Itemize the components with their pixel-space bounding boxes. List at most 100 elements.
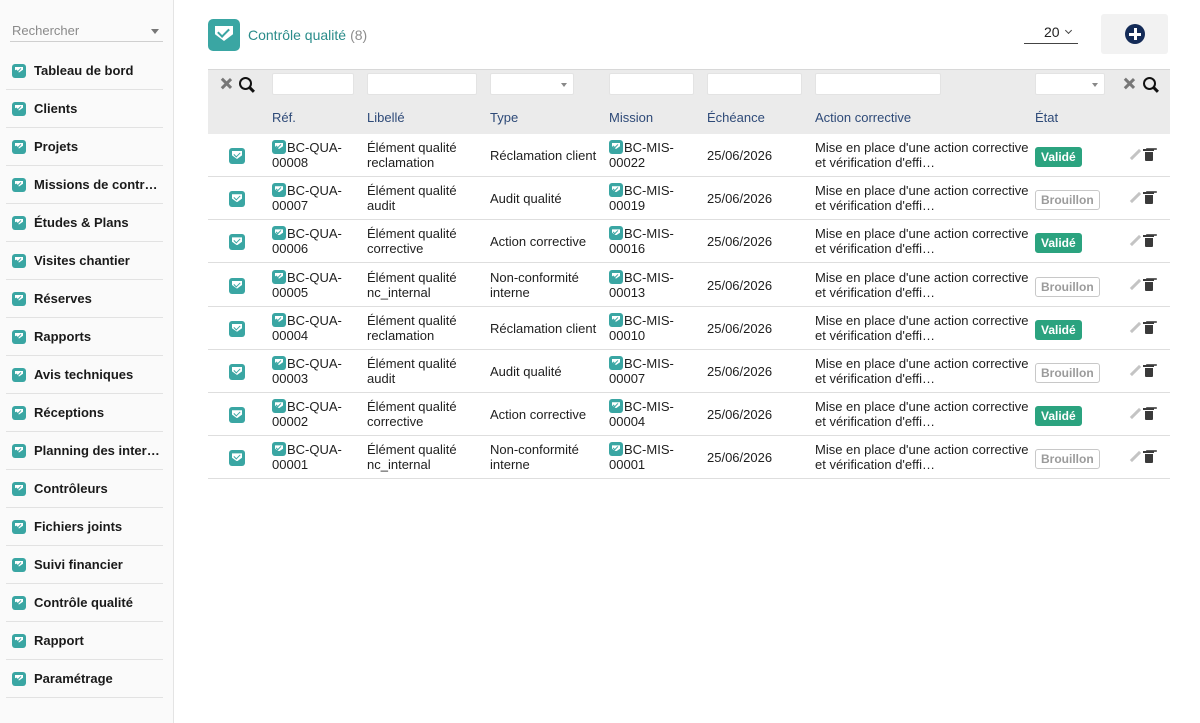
search-icon[interactable] [239, 77, 255, 93]
sidebar-item[interactable]: Contrôle qualité [6, 584, 163, 622]
mission-line2: 00001 [609, 457, 646, 473]
add-button[interactable] [1101, 14, 1168, 54]
trash-icon[interactable] [1143, 148, 1154, 161]
sidebar-item-label: Visites chantier [34, 253, 130, 268]
page-size-select[interactable]: 20 [1024, 24, 1078, 44]
sidebar-item[interactable]: Rapport [6, 622, 163, 660]
mission-link[interactable]: BC-MIS- 00013 [609, 269, 674, 300]
quality-shield-icon [609, 356, 623, 370]
sidebar-item[interactable]: Clients [6, 90, 163, 128]
sidebar-item[interactable]: Suivi financier [6, 546, 163, 584]
filter-state-select[interactable] [1035, 73, 1105, 95]
trash-icon[interactable] [1143, 407, 1154, 421]
mission-line2: 00004 [609, 414, 646, 430]
filter-type-select[interactable] [490, 73, 574, 95]
label-line1: Élément qualité [367, 356, 457, 371]
filter-label-input[interactable] [367, 73, 477, 95]
sidebar-item[interactable]: Contrôleurs [6, 470, 163, 508]
sidebar-item[interactable]: Avis techniques [6, 356, 163, 394]
filter-mission-input[interactable] [609, 73, 694, 95]
sidebar-item[interactable]: Paramétrage [6, 660, 163, 698]
type-line2: interne [490, 284, 530, 300]
mission-link[interactable]: BC-MIS- 00007 [609, 356, 674, 386]
type-text: Réclamation client [490, 320, 597, 336]
mission-link[interactable]: BC-MIS- 00019 [609, 183, 674, 213]
page-title: Contrôle qualité (8) [248, 27, 367, 43]
row-open-icon[interactable] [229, 191, 245, 208]
ref-link[interactable]: BC-QUA- 00001 [272, 442, 342, 472]
mission-link[interactable]: BC-MIS- 00022 [609, 140, 674, 170]
sidebar-item-label: Réserves [34, 291, 92, 306]
sidebar-item[interactable]: Missions de contrôle [6, 166, 163, 204]
pencil-icon[interactable] [1129, 322, 1141, 334]
label-cell: Élément qualité audit [367, 183, 457, 213]
row-open-icon[interactable] [229, 364, 245, 380]
sidebar-item-label: Avis techniques [34, 367, 134, 382]
trash-icon[interactable] [1143, 234, 1154, 248]
column-header-type[interactable]: Type [490, 110, 518, 125]
sidebar: Rechercher Tableau de bord Clients Projets… [0, 0, 174, 723]
column-header-label[interactable]: Libellé [367, 110, 405, 125]
column-header-due[interactable]: Échéance [707, 110, 765, 125]
mission-line1: BC-MIS- [624, 399, 674, 415]
search-icon[interactable] [1143, 77, 1159, 93]
sidebar-item[interactable]: Tableau de bord [6, 52, 163, 90]
mission-link[interactable]: BC-MIS- 00010 [609, 312, 674, 343]
pencil-icon[interactable] [1129, 192, 1141, 204]
sidebar-item[interactable]: Études & Plans [6, 204, 163, 242]
ref-link[interactable]: BC-QUA- 00003 [272, 356, 342, 386]
row-open-icon[interactable] [229, 450, 245, 467]
row-open-icon[interactable] [229, 407, 245, 424]
quality-shield-icon [272, 356, 286, 370]
ref-link[interactable]: BC-QUA- 00007 [272, 183, 342, 213]
column-header-action[interactable]: Action corrective [815, 110, 911, 125]
filter-due-input[interactable] [707, 73, 802, 95]
pencil-icon[interactable] [1129, 408, 1141, 420]
mission-link[interactable]: BC-MIS- 00016 [609, 226, 674, 256]
row-open-icon[interactable] [229, 320, 245, 337]
trash-icon[interactable] [1143, 278, 1154, 291]
trash-icon[interactable] [1143, 450, 1154, 464]
ref-link[interactable]: BC-QUA- 00008 [272, 140, 342, 170]
pencil-icon[interactable] [1129, 365, 1141, 377]
pencil-icon[interactable] [1129, 279, 1141, 291]
pencil-icon[interactable] [1129, 149, 1141, 161]
column-header-ref[interactable]: Réf. [272, 110, 296, 125]
trash-icon[interactable] [1143, 321, 1154, 334]
clear-filters-icon[interactable] [220, 78, 231, 89]
mission-line1: BC-MIS- [624, 183, 674, 199]
ref-link[interactable]: BC-QUA- 00006 [272, 226, 342, 256]
row-open-icon[interactable] [229, 277, 245, 294]
sidebar-item[interactable]: Rapports [6, 318, 163, 356]
column-header-state[interactable]: État [1035, 110, 1058, 125]
filter-ref-input[interactable] [272, 73, 354, 95]
row-open-icon[interactable] [229, 234, 245, 251]
sidebar-item[interactable]: Visites chantier [6, 242, 163, 280]
row-open-icon[interactable] [229, 148, 245, 164]
mission-line1: BC-MIS- [624, 269, 674, 285]
table-row: BC-QUA- 00007 Élément qualité audit Audit qu… [208, 177, 1170, 221]
sidebar-item[interactable]: Projets [6, 128, 163, 166]
mission-link[interactable]: BC-MIS- 00001 [609, 442, 674, 472]
filter-action-input[interactable] [815, 73, 941, 95]
pencil-icon[interactable] [1129, 235, 1141, 247]
sidebar-search-select[interactable]: Rechercher [10, 20, 163, 42]
trash-icon[interactable] [1143, 191, 1154, 205]
ref-link[interactable]: BC-QUA- 00005 [272, 269, 342, 300]
ref-link[interactable]: BC-QUA- 00002 [272, 399, 342, 429]
trash-icon[interactable] [1143, 364, 1154, 377]
clear-filters-icon[interactable] [1123, 78, 1134, 89]
sidebar-item-label: Contrôle qualité [34, 595, 133, 610]
sidebar-item[interactable]: Réserves [6, 280, 163, 318]
ref-line2: 00003 [272, 371, 309, 386]
column-header-mission[interactable]: Mission [609, 110, 653, 125]
sidebar-item[interactable]: Planning des interventions [6, 432, 163, 470]
quality-shield-icon [12, 519, 26, 534]
sidebar-item[interactable]: Fichiers joints [6, 508, 163, 546]
action-line2: et vérification d'effi… [815, 414, 936, 430]
mission-link[interactable]: BC-MIS- 00004 [609, 399, 674, 429]
sidebar-item[interactable]: Réceptions [6, 394, 163, 432]
pencil-icon[interactable] [1129, 451, 1141, 463]
ref-link[interactable]: BC-QUA- 00004 [272, 312, 342, 343]
label-line1: Élément qualité [367, 226, 457, 242]
